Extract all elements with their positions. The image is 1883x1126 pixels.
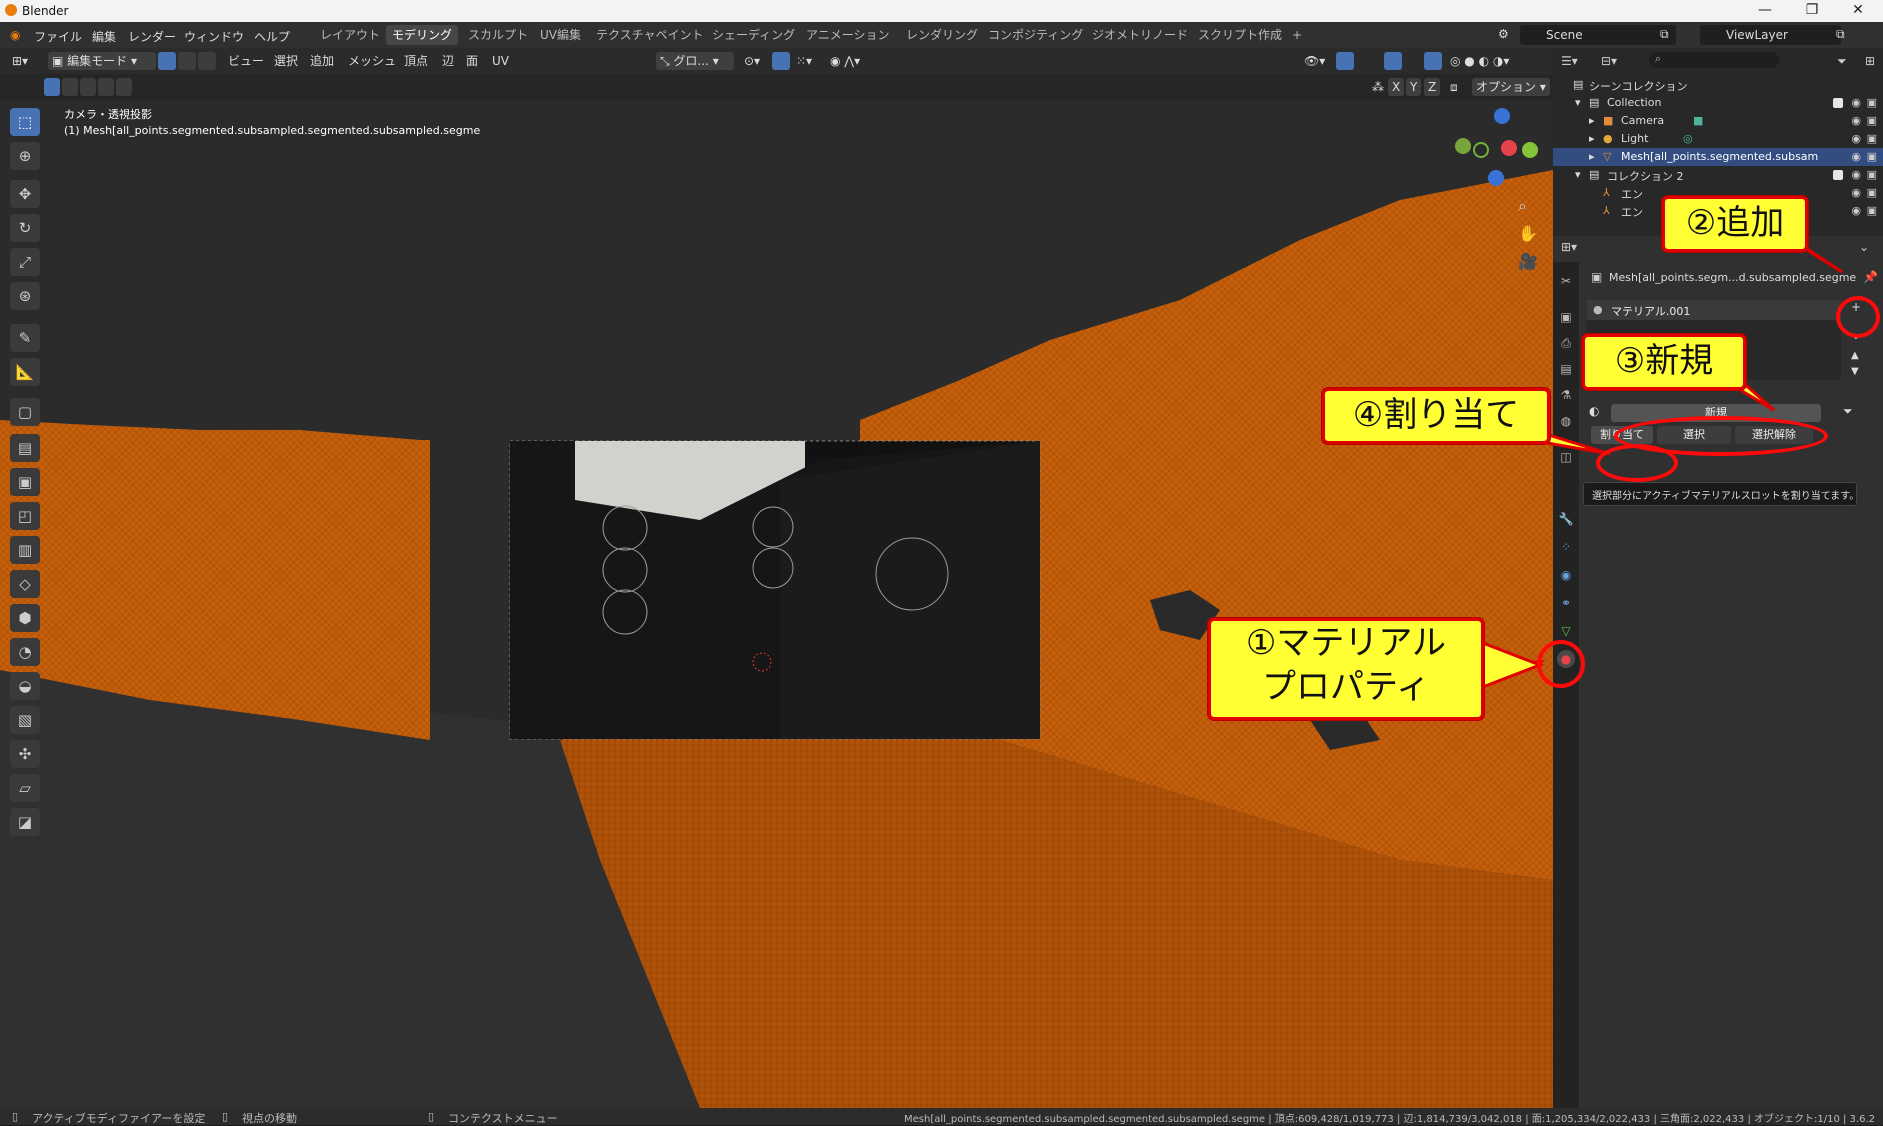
- highlight-add-slot: [1836, 296, 1880, 338]
- highlight-assign-button: [1596, 444, 1678, 482]
- callout-add: ②追加: [1662, 196, 1808, 252]
- highlight-material-tab: [1537, 640, 1585, 688]
- callout-new: ③新規: [1582, 334, 1746, 390]
- callout-assign: ④割り当て: [1322, 388, 1550, 444]
- callout-material-properties: ①マテリアル プロパティ: [1208, 618, 1484, 720]
- callout-pointers: [1473, 242, 1843, 693]
